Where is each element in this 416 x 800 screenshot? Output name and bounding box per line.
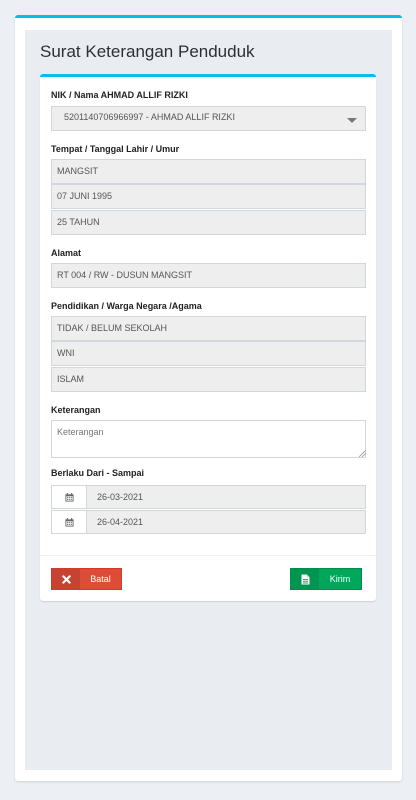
date-from-field[interactable]: 26-03-2021 bbox=[87, 486, 365, 508]
cancel-button-label: Batal bbox=[90, 574, 111, 584]
nik-label: NIK / Nama AHMAD ALLIF RIZKI bbox=[51, 90, 188, 100]
nik-select[interactable]: 5201140706966997 - AHMAD ALLIF RIZKI bbox=[51, 106, 366, 131]
times-icon bbox=[52, 569, 80, 589]
calendar-icon bbox=[52, 486, 87, 508]
birth-place-field: MANGSIT bbox=[51, 159, 366, 184]
submit-button-label: Kirim bbox=[329, 574, 351, 584]
footer-divider bbox=[40, 555, 376, 556]
page-title: Surat Keterangan Penduduk bbox=[40, 42, 255, 61]
nik-selected-value: 5201140706966997 - AHMAD ALLIF RIZKI bbox=[64, 112, 235, 122]
education-label: Pendidikan / Warga Negara /Agama bbox=[51, 301, 202, 311]
remarks-label: Keterangan bbox=[51, 405, 101, 415]
submit-button[interactable]: Kirim bbox=[290, 568, 362, 590]
citizenship-field: WNI bbox=[51, 341, 366, 366]
remarks-textarea[interactable] bbox=[51, 420, 366, 458]
calendar-icon bbox=[52, 511, 87, 533]
date-from-group[interactable]: 26-03-2021 bbox=[51, 485, 366, 509]
birth-label: Tempat / Tanggal Lahir / Umur bbox=[51, 144, 180, 154]
date-to-group[interactable]: 26-04-2021 bbox=[51, 510, 366, 534]
address-label: Alamat bbox=[51, 248, 82, 258]
date-to-field[interactable]: 26-04-2021 bbox=[87, 511, 365, 533]
education-field: TIDAK / BELUM SEKOLAH bbox=[51, 316, 366, 341]
caret-down-icon bbox=[347, 118, 357, 123]
file-icon bbox=[291, 569, 319, 589]
cancel-button[interactable]: Batal bbox=[51, 568, 122, 590]
address-field: RT 004 / RW - DUSUN MANGSIT bbox=[51, 263, 366, 288]
validity-label: Berlaku Dari - Sampai bbox=[51, 468, 145, 478]
religion-field: ISLAM bbox=[51, 367, 366, 392]
birth-date-field: 07 JUNI 1995 bbox=[51, 184, 366, 209]
age-field: 25 TAHUN bbox=[51, 210, 366, 235]
